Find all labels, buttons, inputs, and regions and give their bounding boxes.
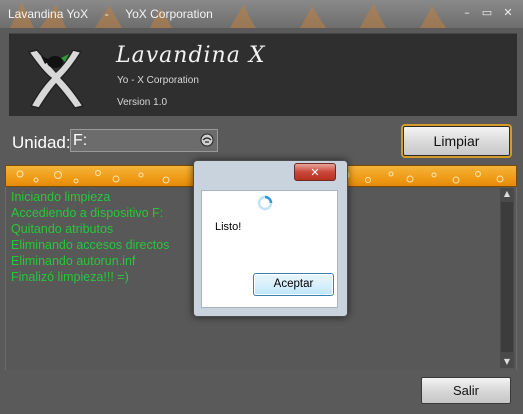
drive-dropdown-icon[interactable] <box>200 133 214 147</box>
log-list: Iniciando limpieza Accediendo a disposit… <box>11 189 169 285</box>
scroll-down-icon[interactable]: ▼ <box>500 356 514 368</box>
drive-label: Unidad: <box>12 133 71 152</box>
app-header-banner: Lavandina X Yo - X Corporation Version 1… <box>9 33 517 116</box>
version-text: Version 1.0 <box>117 97 168 108</box>
log-line: Eliminando autorun.inf <box>11 254 136 268</box>
dialog-body: Listo! Aceptar <box>201 190 338 308</box>
log-scrollbar[interactable]: ▲ ▼ <box>500 188 514 368</box>
drive-value: F: <box>73 132 88 149</box>
log-line: Accediendo a dispositivo F: <box>11 206 164 220</box>
app-name: Lavandina X <box>116 43 266 68</box>
log-line: Iniciando limpieza <box>11 190 111 204</box>
title-bar: Lavandina YoX - YoX Corporation – ▭ ✕ <box>0 0 523 28</box>
log-line: Quitando atributos <box>11 222 114 236</box>
clean-button[interactable]: Limpiar <box>401 124 512 158</box>
dialog-message: Listo! <box>215 221 242 233</box>
scroll-thumb[interactable] <box>501 202 513 352</box>
scroll-up-icon[interactable]: ▲ <box>500 188 514 200</box>
ok-button[interactable]: Aceptar <box>253 273 334 296</box>
loading-spinner-icon <box>257 195 273 211</box>
log-line: Eliminando accesos directos <box>11 238 170 252</box>
app-logo-icon <box>27 49 85 109</box>
message-dialog: ✕ Listo! Aceptar <box>193 160 348 317</box>
minimize-icon[interactable]: – <box>458 6 476 19</box>
log-line: Finalizó limpieza!!! =) <box>11 270 129 284</box>
maximize-icon[interactable]: ▭ <box>478 6 496 19</box>
exit-button[interactable]: Salir <box>421 377 511 404</box>
drive-select[interactable]: F: <box>70 129 218 152</box>
window-title: Lavandina YoX - YoX Corporation <box>8 7 213 21</box>
company-name: Yo - X Corporation <box>117 75 199 86</box>
dialog-close-icon[interactable]: ✕ <box>294 163 336 181</box>
close-icon[interactable]: ✕ <box>499 6 517 19</box>
